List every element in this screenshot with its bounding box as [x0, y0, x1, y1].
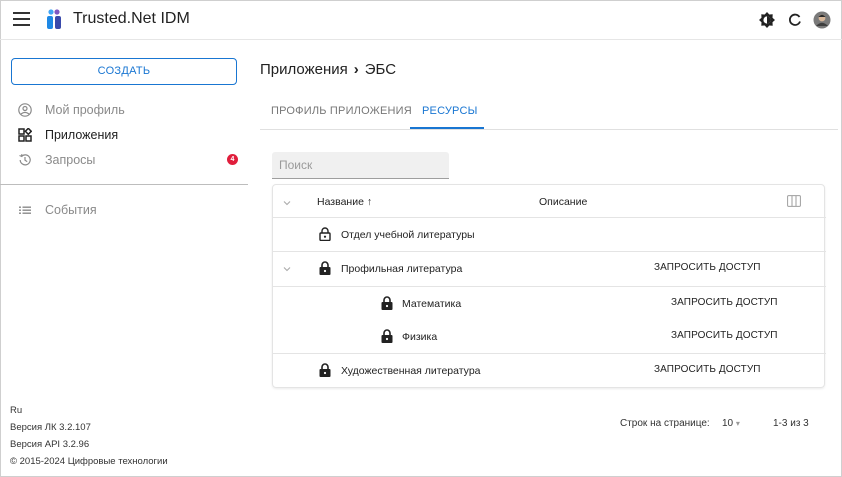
sidebar-divider	[0, 184, 248, 185]
chevron-down-icon: ▾	[735, 419, 740, 428]
resource-name: Физика	[402, 331, 438, 343]
sidebar-item-label: События	[45, 203, 97, 217]
menu-icon[interactable]	[13, 12, 30, 28]
breadcrumb-separator: ›	[353, 61, 359, 78]
lk-version: Версия ЛК 3.2.107	[10, 422, 91, 433]
resource-name: Математика	[402, 298, 462, 310]
request-access-button[interactable]: ЗАПРОСИТЬ ДОСТУП	[671, 330, 778, 341]
breadcrumb-parent[interactable]: Приложения	[260, 61, 348, 78]
list-icon	[19, 206, 31, 214]
sidebar-item-label: Приложения	[45, 128, 119, 142]
sidebar-item-label: Мой профиль	[45, 103, 125, 117]
lock-icon	[381, 296, 393, 310]
lock-icon	[319, 363, 331, 377]
refresh-icon[interactable]	[786, 11, 804, 29]
breadcrumb: Приложения › ЭБС	[260, 61, 396, 78]
sidebar: СОЗДАТЬ Мой профиль Приложения Запросы 4	[0, 40, 248, 477]
resource-name: Отдел учебной литературы	[341, 229, 475, 241]
request-access-button[interactable]: ЗАПРОСИТЬ ДОСТУП	[654, 262, 761, 273]
lock-icon	[381, 329, 393, 343]
resource-name: Профильная литература	[341, 263, 463, 275]
rows-per-page-select[interactable]: 10 ▾	[722, 418, 740, 429]
account-circle-icon	[18, 103, 32, 117]
table-row[interactable]: Профильная литература ЗАПРОСИТЬ ДОСТУП	[273, 252, 826, 286]
search-field[interactable]	[272, 152, 449, 179]
sort-arrow-icon[interactable]: ↑	[367, 196, 372, 208]
resources-table: Название ↑ Описание Отдел учебной литера…	[272, 184, 826, 388]
tab-resources[interactable]: РЕСУРСЫ	[422, 105, 478, 117]
table-row[interactable]: Отдел учебной литературы	[273, 218, 826, 252]
sidebar-item-requests[interactable]: Запросы 4	[0, 149, 248, 171]
search-input[interactable]	[272, 152, 422, 177]
copyright: © 2015-2024 Цифровые технологии	[10, 456, 168, 467]
active-tab-indicator	[410, 127, 484, 129]
column-header-name[interactable]: Название ↑	[317, 196, 372, 208]
language-selector[interactable]: Ru	[10, 405, 22, 416]
table-row[interactable]: Математика ЗАПРОСИТЬ ДОСТУП	[273, 286, 826, 320]
tabs: ПРОФИЛЬ ПРИЛОЖЕНИЯ РЕСУРСЫ	[260, 96, 838, 130]
apps-icon	[18, 128, 32, 142]
table-header: Название ↑ Описание	[273, 185, 826, 218]
create-button[interactable]: СОЗДАТЬ	[11, 58, 237, 85]
resource-name: Художественная литература	[341, 365, 481, 377]
requests-count-badge: 4	[227, 154, 238, 165]
lock-icon	[319, 261, 331, 275]
tab-app-profile[interactable]: ПРОФИЛЬ ПРИЛОЖЕНИЯ	[271, 105, 412, 117]
api-version: Версия API 3.2.96	[10, 439, 90, 450]
chevron-down-icon[interactable]	[282, 198, 292, 208]
user-avatar[interactable]	[813, 11, 831, 29]
app-bar: Trusted.Net IDM	[0, 0, 842, 40]
table-row[interactable]: Физика ЗАПРОСИТЬ ДОСТУП	[273, 320, 826, 354]
theme-toggle-icon[interactable]	[758, 11, 776, 29]
table-row[interactable]: Художественная литература ЗАПРОСИТЬ ДОСТ…	[273, 354, 826, 388]
app-title: Trusted.Net IDM	[73, 10, 190, 27]
request-access-button[interactable]: ЗАПРОСИТЬ ДОСТУП	[654, 364, 761, 375]
breadcrumb-current: ЭБС	[364, 61, 397, 78]
history-icon	[19, 154, 31, 166]
chevron-down-icon[interactable]	[282, 264, 292, 274]
sidebar-item-label: Запросы	[45, 153, 96, 167]
sidebar-item-applications[interactable]: Приложения	[0, 124, 248, 146]
app-logo	[47, 9, 61, 29]
column-header-description[interactable]: Описание	[539, 196, 587, 208]
request-access-button[interactable]: ЗАПРОСИТЬ ДОСТУП	[671, 297, 778, 308]
sidebar-item-profile[interactable]: Мой профиль	[0, 99, 248, 121]
sidebar-item-events[interactable]: События	[0, 199, 248, 221]
lock-open-icon	[319, 227, 331, 241]
columns-icon[interactable]	[787, 195, 801, 207]
pagination-range: 1-3 из 3	[773, 418, 809, 429]
rows-per-page-label: Строк на странице:	[620, 418, 710, 429]
